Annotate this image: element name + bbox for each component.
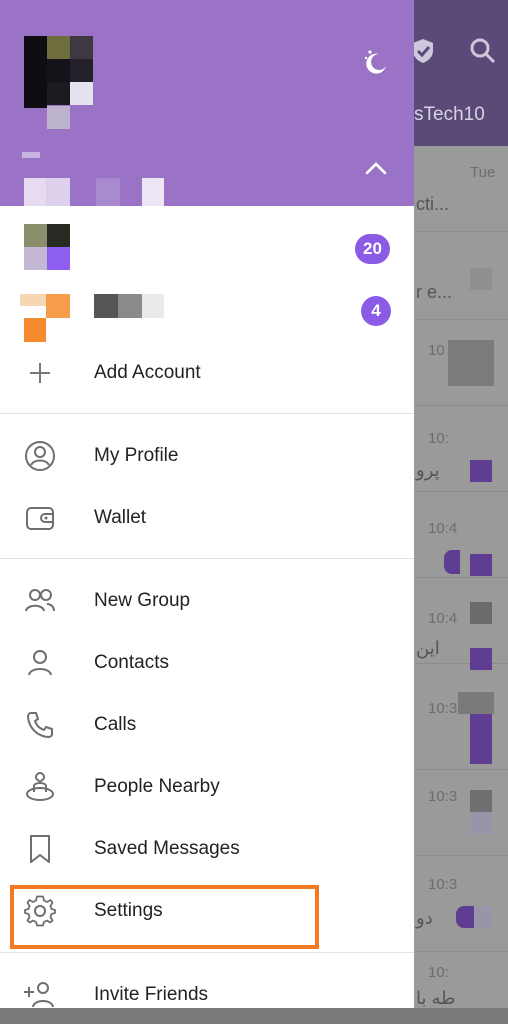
accounts-toggle-button[interactable] xyxy=(360,152,392,184)
account-row[interactable]: 4 xyxy=(0,280,414,342)
chat-row: 10:3 xyxy=(414,664,508,770)
moon-stars-icon xyxy=(364,50,386,74)
blurred-avatar xyxy=(470,268,492,290)
menu-item-label: Calls xyxy=(94,714,137,735)
phone-icon xyxy=(22,707,58,743)
menu-item-label: Wallet xyxy=(94,507,147,528)
chat-time: 10:4 xyxy=(428,610,458,627)
chat-time: 10:4 xyxy=(428,520,458,537)
unread-badge: 4 xyxy=(361,296,391,326)
divider xyxy=(0,952,414,953)
menu-item-label: Contacts xyxy=(94,652,169,673)
account-row[interactable]: 20 xyxy=(0,218,414,280)
chat-time: 10: xyxy=(428,964,449,981)
chat-row: r e... xyxy=(414,232,508,320)
menu-item-label: People Nearby xyxy=(94,776,220,797)
navigation-bar xyxy=(0,1008,508,1024)
chat-snippet: طه با xyxy=(416,988,456,1008)
blurred-avatar xyxy=(448,340,494,386)
chat-time: 10: xyxy=(428,430,449,447)
wallet-icon xyxy=(22,500,58,536)
theme-toggle-button[interactable] xyxy=(358,44,392,78)
menu-item-label: Invite Friends xyxy=(94,984,209,1005)
drawer-header xyxy=(0,0,414,206)
add-account-button[interactable]: Add Account xyxy=(0,342,414,404)
menu-item-label: New Group xyxy=(94,590,191,611)
menu-item-label: My Profile xyxy=(94,445,179,466)
search-icon xyxy=(470,38,496,64)
blurred-avatar xyxy=(470,602,492,624)
chat-row: 10 xyxy=(414,320,508,406)
menu-item-people-nearby[interactable]: People Nearby xyxy=(0,756,414,818)
avatar xyxy=(24,224,70,270)
menu-item-saved-messages[interactable]: Saved Messages xyxy=(0,818,414,880)
menu-item-invite-friends[interactable]: Invite Friends xyxy=(0,964,414,1008)
chat-row: 10:3 xyxy=(414,770,508,856)
chat-time: 10 xyxy=(428,342,445,359)
chevron-up-icon xyxy=(365,162,387,175)
add-person-icon xyxy=(22,977,58,1008)
blurred-avatar xyxy=(458,692,494,714)
unread-marker xyxy=(444,550,460,574)
chat-time: 10:3 xyxy=(428,700,458,717)
menu-item-new-group[interactable]: New Group xyxy=(0,570,414,632)
account-name xyxy=(94,294,118,318)
chat-row: 10:4 این xyxy=(414,578,508,670)
menu-item-contacts[interactable]: Contacts xyxy=(0,632,414,694)
chat-title: sTech10 xyxy=(414,104,485,125)
contact-icon xyxy=(22,645,58,681)
plus-icon xyxy=(22,355,58,391)
unread-marker xyxy=(470,554,492,576)
chat-snippet: پرو xyxy=(416,460,440,480)
navigation-drawer: 20 4 Add Account My Profile Wallet New G… xyxy=(0,0,414,1008)
chat-row: 10:4 xyxy=(414,492,508,578)
bookmark-icon xyxy=(22,831,58,867)
menu-item-label: Add Account xyxy=(94,362,201,383)
chat-time: 10:3 xyxy=(428,876,458,893)
chat-snippet: cti... xyxy=(416,194,450,214)
menu-item-wallet[interactable]: Wallet xyxy=(0,487,414,549)
menu-item-my-profile[interactable]: My Profile xyxy=(0,425,414,487)
blurred-avatar xyxy=(470,790,492,812)
unread-marker xyxy=(456,906,474,928)
chat-snippet: r e... xyxy=(416,282,453,302)
group-icon xyxy=(22,583,58,619)
unread-badge: 20 xyxy=(355,234,390,264)
chat-snippet: دو xyxy=(416,908,433,928)
account-name xyxy=(22,152,182,206)
avatar[interactable] xyxy=(24,36,96,130)
menu-item-calls[interactable]: Calls xyxy=(0,694,414,756)
chat-time: Tue xyxy=(470,164,496,181)
profile-circle-icon xyxy=(22,438,58,474)
divider xyxy=(0,558,414,559)
chat-time: 10:3 xyxy=(428,788,458,805)
blurred-avatar xyxy=(474,906,492,928)
menu-item-label: Saved Messages xyxy=(94,838,240,859)
unread-marker xyxy=(470,460,492,482)
blurred-avatar xyxy=(470,812,492,834)
chat-snippet: این xyxy=(416,638,440,658)
avatar xyxy=(20,294,72,342)
settings-highlight-box xyxy=(10,885,319,949)
chat-row: 10: پرو xyxy=(414,406,508,492)
chat-row: Tue cti... xyxy=(414,146,508,232)
divider xyxy=(0,413,414,414)
people-nearby-icon xyxy=(22,769,58,805)
chat-row: 10:3 دو xyxy=(414,856,508,952)
chat-row: 10: طه با xyxy=(414,952,508,1008)
